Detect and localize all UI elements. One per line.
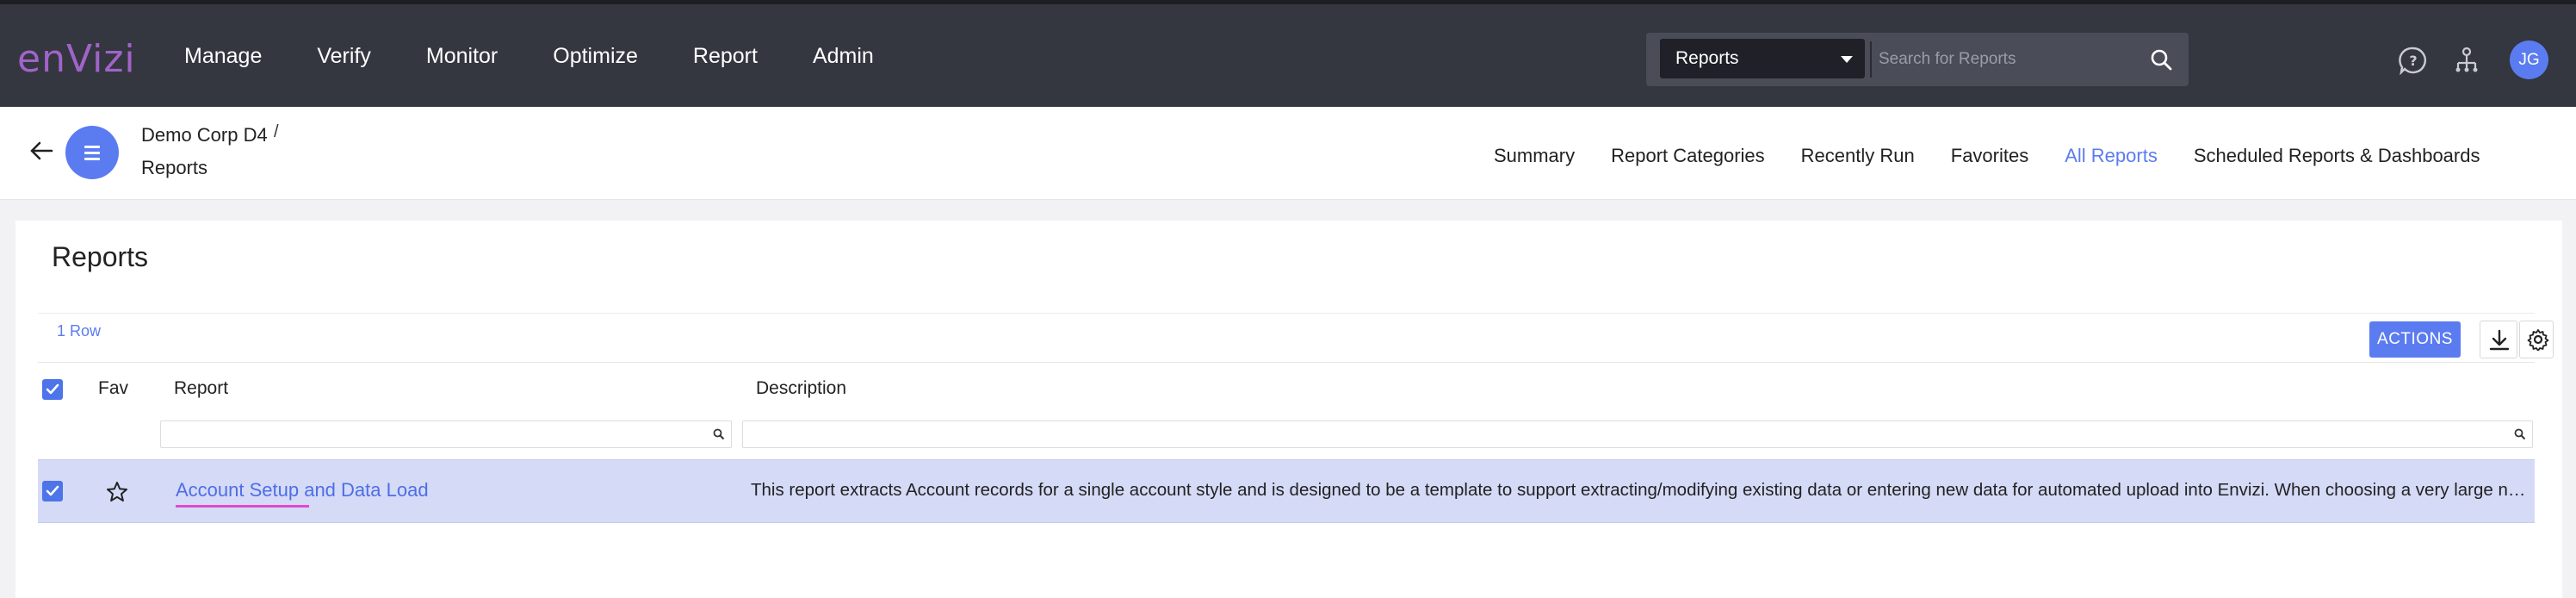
envizi-logo[interactable]: enVizi (17, 37, 136, 81)
tab-recently-run[interactable]: Recently Run (1801, 145, 1915, 167)
checkmark-icon (46, 383, 59, 395)
row-count: 1 Row (57, 322, 102, 339)
hierarchy-icon[interactable] (2452, 46, 2481, 75)
breadcrumb-page: Reports (141, 157, 208, 178)
user-avatar[interactable]: JG (2510, 40, 2548, 79)
report-tabs: Summary Report Categories Recently Run F… (1494, 145, 2516, 167)
main-nav: Manage Verify Monitor Optimize Report Ad… (184, 44, 929, 69)
reports-card: Reports 1 Row ACTIONS Fav Report Descrip… (15, 221, 2562, 598)
report-filter-input[interactable] (160, 420, 732, 448)
nav-monitor[interactable]: Monitor (426, 44, 498, 69)
hamburger-line (84, 158, 100, 160)
search-input[interactable] (1879, 41, 2146, 78)
search-icon (713, 428, 725, 440)
page-title: Reports (52, 241, 149, 272)
search-scope-value: Reports (1675, 48, 1739, 68)
nav-optimize[interactable]: Optimize (553, 44, 638, 69)
nav-admin[interactable]: Admin (813, 44, 874, 69)
grid-filter-row (38, 415, 2535, 453)
hamburger-line (84, 146, 100, 148)
global-search: Reports (1646, 33, 2189, 86)
grid-toolbar: 1 Row ACTIONS (38, 313, 2554, 362)
hover-underline (176, 505, 309, 508)
gear-icon (2527, 329, 2549, 351)
breadcrumb-separator: / (274, 122, 279, 141)
tab-favorites[interactable]: Favorites (1951, 145, 2028, 167)
grid-header-row: Fav Report Description (38, 362, 2535, 415)
description-filter-input[interactable] (742, 420, 2533, 448)
nav-report[interactable]: Report (693, 44, 758, 69)
caret-down-icon (1841, 56, 1853, 63)
tab-report-categories[interactable]: Report Categories (1611, 145, 1765, 167)
actions-button[interactable]: ACTIONS (2369, 321, 2461, 358)
help-icon[interactable]: ? (2399, 46, 2428, 75)
menu-button[interactable] (65, 126, 119, 179)
select-all-checkbox[interactable] (42, 379, 63, 400)
column-header-fav[interactable]: Fav (98, 378, 128, 399)
table-row[interactable]: Account Setup and Data Load This report … (38, 459, 2535, 523)
settings-button[interactable] (2519, 321, 2554, 358)
top-navigation-bar: enVizi Manage Verify Monitor Optimize Re… (0, 0, 2576, 107)
search-divider (1870, 41, 1872, 78)
tab-scheduled-reports[interactable]: Scheduled Reports & Dashboards (2194, 145, 2480, 167)
reports-grid: 1 Row ACTIONS Fav Report Description Acc… (38, 313, 2554, 598)
report-link[interactable]: Account Setup and Data Load (176, 479, 429, 501)
breadcrumb-org[interactable]: Demo Corp D4 (141, 124, 268, 146)
nav-manage[interactable]: Manage (184, 44, 262, 69)
search-icon (2514, 428, 2526, 440)
star-icon[interactable] (105, 480, 129, 504)
svg-text:?: ? (2409, 53, 2417, 69)
download-button[interactable] (2480, 321, 2517, 358)
back-arrow-icon[interactable] (28, 137, 55, 165)
column-header-report[interactable]: Report (174, 378, 228, 399)
nav-verify[interactable]: Verify (317, 44, 371, 69)
search-scope-select[interactable]: Reports (1660, 39, 1865, 78)
checkmark-icon (46, 485, 59, 496)
column-header-description[interactable]: Description (756, 378, 846, 399)
report-description: This report extracts Account records for… (751, 480, 2526, 500)
download-icon (2489, 329, 2510, 351)
tab-all-reports[interactable]: All Reports (2065, 145, 2158, 167)
sub-header: Demo Corp D4 / Reports Summary Report Ca… (0, 107, 2576, 200)
hamburger-line (84, 152, 100, 154)
search-icon[interactable] (2149, 47, 2173, 72)
row-select-checkbox[interactable] (42, 481, 63, 501)
tab-summary[interactable]: Summary (1494, 145, 1575, 167)
